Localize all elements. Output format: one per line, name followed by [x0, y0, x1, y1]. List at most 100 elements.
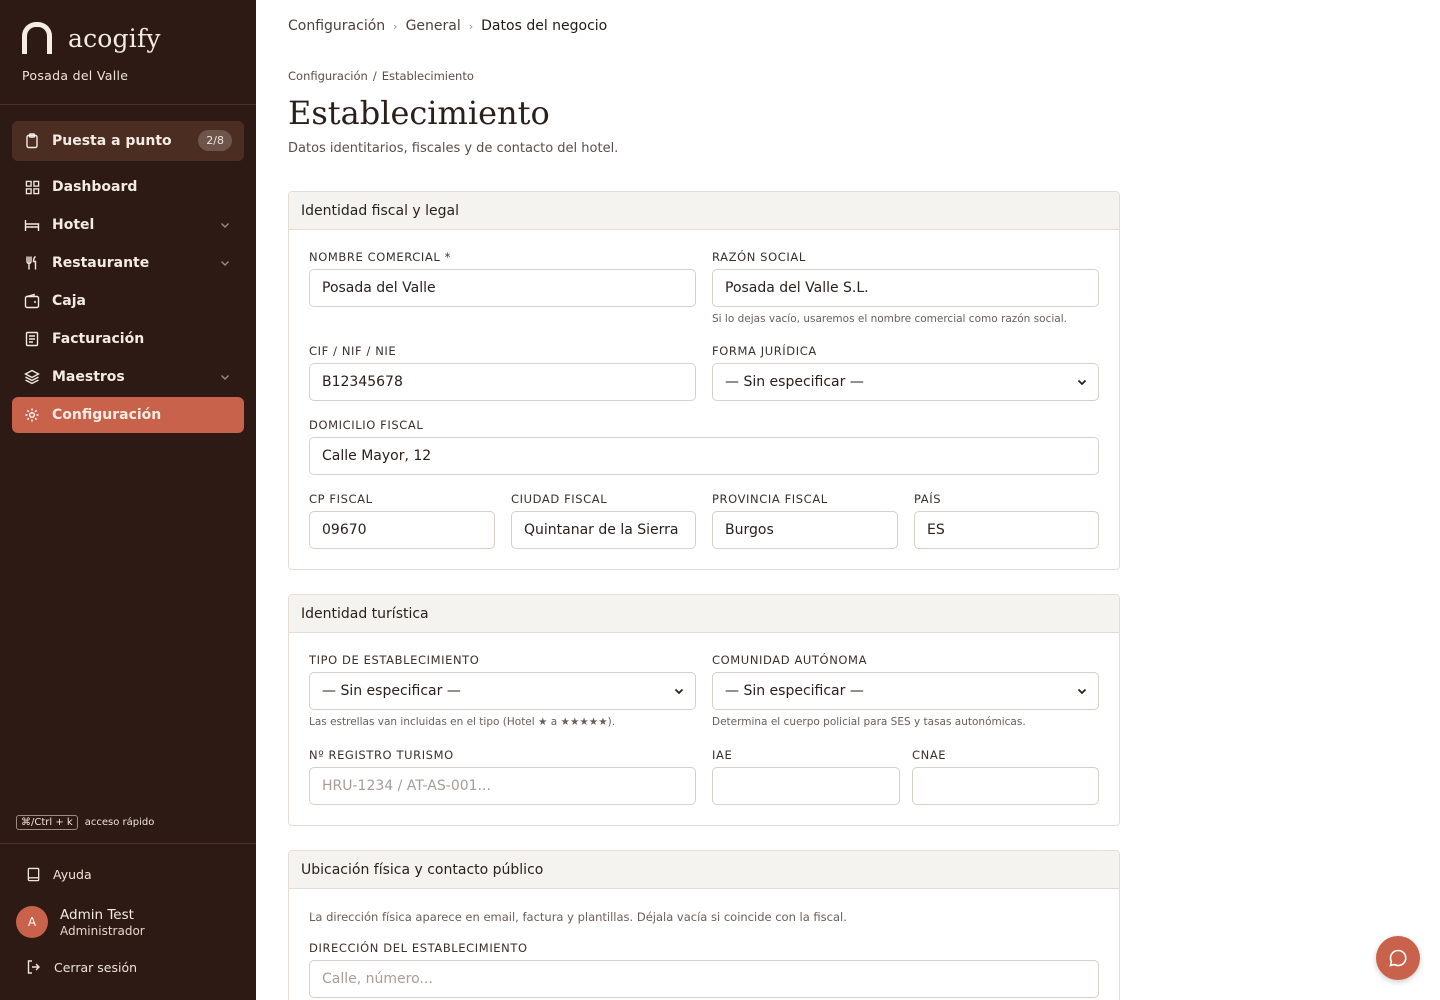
- sidebar-item-label: Configuración: [52, 407, 162, 423]
- book-icon: [27, 867, 40, 882]
- chevron-down-icon: [1077, 379, 1087, 386]
- field-label: RAZÓN SOCIAL: [712, 250, 806, 264]
- select-value: — Sin especificar —: [725, 374, 864, 390]
- page-title: Establecimiento: [288, 94, 550, 132]
- region-select[interactable]: — Sin especificar —: [712, 672, 1099, 710]
- page-subtitle: Datos identitarios, fiscales y de contac…: [288, 141, 619, 156]
- region-hint: Determina el cuerpo policial para SES y …: [712, 716, 1026, 728]
- establishment-type-select[interactable]: — Sin especificar —: [309, 672, 696, 710]
- chevron-down-icon: [1077, 688, 1087, 695]
- hotel-name: Posada del Valle: [22, 68, 129, 83]
- brand-mark-icon: [22, 22, 52, 54]
- section-breadcrumb-separator: /: [372, 69, 377, 83]
- card-title: Identidad turística: [289, 595, 1119, 633]
- gear-icon: [24, 407, 40, 423]
- section-breadcrumb-current: Establecimiento: [381, 69, 474, 83]
- fiscal-address-input[interactable]: [309, 437, 1099, 475]
- fiscal-identity-card: Identidad fiscal y legal NOMBRE COMERCIA…: [288, 191, 1120, 570]
- field-label: PROVINCIA FISCAL: [712, 492, 828, 506]
- select-value: — Sin especificar —: [322, 683, 461, 699]
- legal-form-select[interactable]: — Sin especificar —: [712, 363, 1099, 401]
- field-label: Nº REGISTRO TURISMO: [309, 748, 454, 762]
- setup-progress-badge: 2/8: [198, 130, 232, 151]
- section-breadcrumb: Configuración / Establecimiento: [288, 69, 474, 83]
- iae-input[interactable]: [712, 767, 900, 805]
- sidebar-item-label: Maestros: [52, 369, 125, 385]
- logout-icon: [27, 960, 40, 974]
- chevron-down-icon: [221, 223, 229, 228]
- cnae-input[interactable]: [912, 767, 1099, 805]
- card-title: Ubicación física y contacto público: [289, 851, 1119, 889]
- help-label: Ayuda: [53, 867, 92, 882]
- city-input[interactable]: [511, 511, 696, 549]
- sidebar-item-maestros[interactable]: Maestros: [12, 359, 244, 395]
- location-contact-card: Ubicación física y contacto público La d…: [288, 850, 1120, 1000]
- establishment-address-input[interactable]: [309, 960, 1099, 998]
- layers-icon: [24, 369, 40, 385]
- sidebar: acogify Posada del Valle Puesta a punto …: [0, 0, 256, 1000]
- tourism-identity-card: Identidad turística TIPO DE ESTABLECIMIE…: [288, 594, 1120, 826]
- province-input[interactable]: [712, 511, 898, 549]
- sidebar-item-label: Dashboard: [52, 179, 138, 195]
- field-label: FORMA JURÍDICA: [712, 344, 817, 358]
- card-title: Identidad fiscal y legal: [289, 192, 1119, 230]
- sidebar-item-label: Puesta a punto: [52, 133, 172, 149]
- help-link[interactable]: Ayuda: [26, 867, 92, 882]
- establishment-type-hint: Las estrellas van incluidas en el tipo (…: [309, 716, 616, 728]
- legal-name-hint: Si lo dejas vacío, usaremos el nombre co…: [712, 313, 1067, 325]
- sidebar-item-setup[interactable]: Puesta a punto 2/8: [12, 121, 244, 161]
- tax-id-input[interactable]: [309, 363, 696, 401]
- breadcrumb-current: Datos del negocio: [481, 18, 608, 34]
- breadcrumb: Configuración › General › Datos del nego…: [288, 18, 607, 34]
- chat-bubble-icon: [1389, 949, 1407, 967]
- field-label: DIRECCIÓN DEL ESTABLECIMIENTO: [309, 941, 528, 955]
- sidebar-item-caja[interactable]: Caja: [12, 283, 244, 319]
- shortcut-keys: ⌘/Ctrl + k: [16, 815, 78, 830]
- sidebar-item-restaurante[interactable]: Restaurante: [12, 245, 244, 281]
- field-label: TIPO DE ESTABLECIMIENTO: [309, 653, 480, 667]
- sidebar-item-label: Facturación: [52, 331, 145, 347]
- clipboard-icon: [24, 133, 40, 149]
- grid-icon: [24, 179, 40, 195]
- field-label: IAE: [712, 748, 733, 762]
- bed-icon: [24, 217, 40, 233]
- field-label: NOMBRE COMERCIAL *: [309, 250, 451, 264]
- field-label: PAÍS: [914, 492, 942, 506]
- quick-access-hint: ⌘/Ctrl + k acceso rápido: [16, 815, 154, 830]
- user-profile[interactable]: A Admin Test Administrador: [16, 906, 145, 938]
- location-note: La dirección física aparece en email, fa…: [309, 910, 847, 924]
- receipt-icon: [24, 331, 40, 347]
- sidebar-item-hotel[interactable]: Hotel: [12, 207, 244, 243]
- breadcrumb-item[interactable]: Configuración: [288, 18, 385, 34]
- field-label: COMUNIDAD AUTÓNOMA: [712, 653, 868, 667]
- tourism-registry-input[interactable]: [309, 767, 696, 805]
- chat-button[interactable]: [1376, 936, 1420, 980]
- chevron-down-icon: [221, 261, 229, 266]
- logout-button[interactable]: Cerrar sesión: [26, 959, 137, 975]
- breadcrumb-item[interactable]: General: [406, 18, 461, 34]
- sidebar-item-configuracion[interactable]: Configuración: [12, 397, 244, 433]
- section-breadcrumb-item[interactable]: Configuración: [288, 69, 368, 83]
- legal-name-input[interactable]: [712, 269, 1099, 307]
- breadcrumb-separator-icon: ›: [393, 19, 398, 33]
- field-label: CIF / NIF / NIE: [309, 344, 397, 358]
- field-label: CP FISCAL: [309, 492, 373, 506]
- field-label: CIUDAD FISCAL: [511, 492, 608, 506]
- field-label: DOMICILIO FISCAL: [309, 418, 424, 432]
- postal-code-input[interactable]: [309, 511, 495, 549]
- sidebar-item-facturacion[interactable]: Facturación: [12, 321, 244, 357]
- avatar: A: [16, 906, 48, 938]
- sidebar-divider: [0, 104, 256, 105]
- shortcut-label: acceso rápido: [84, 817, 155, 828]
- main-content: Configuración › General › Datos del nego…: [256, 0, 1440, 1000]
- brand-logo[interactable]: acogify: [22, 22, 161, 54]
- trade-name-input[interactable]: [309, 269, 696, 307]
- chevron-down-icon: [674, 688, 684, 695]
- country-input[interactable]: [914, 511, 1099, 549]
- chevron-down-icon: [221, 375, 229, 380]
- sidebar-item-label: Hotel: [52, 217, 95, 233]
- sidebar-item-dashboard[interactable]: Dashboard: [12, 169, 244, 205]
- sidebar-divider: [0, 843, 256, 844]
- breadcrumb-separator-icon: ›: [468, 19, 474, 33]
- logout-label: Cerrar sesión: [54, 959, 138, 975]
